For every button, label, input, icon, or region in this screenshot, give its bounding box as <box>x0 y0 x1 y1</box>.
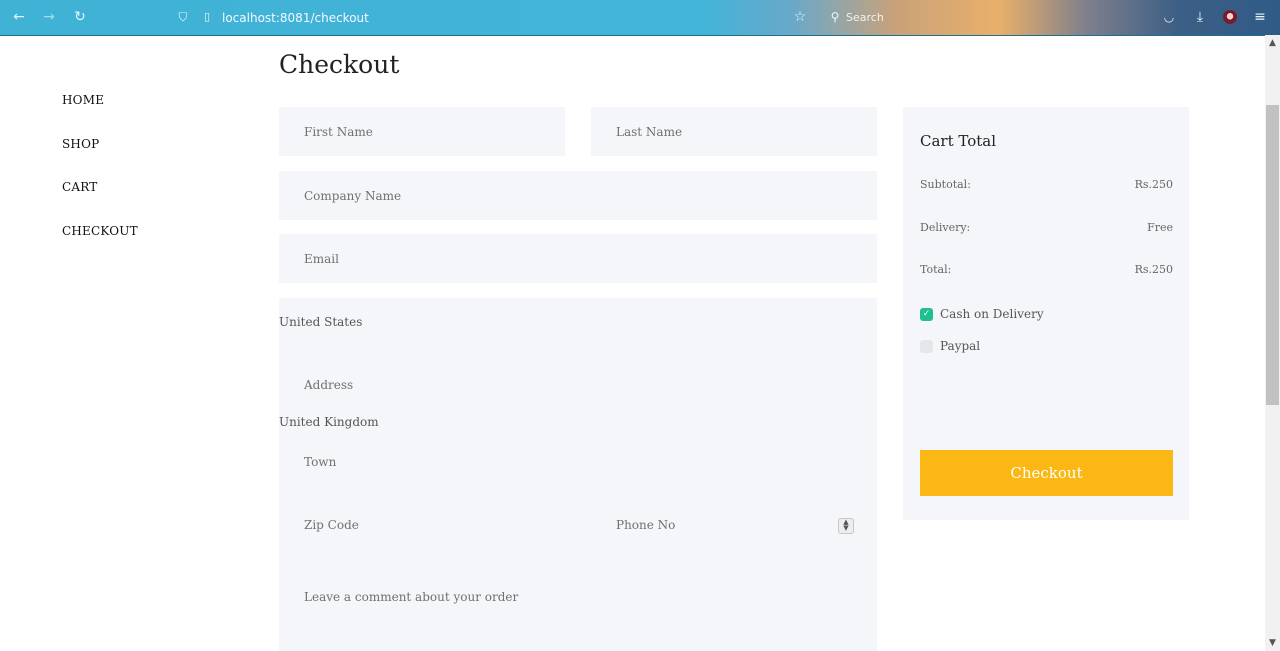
order-comment-textarea[interactable]: Leave a comment about your order <box>279 572 877 651</box>
checkbox-unchecked-icon[interactable] <box>920 340 933 353</box>
search-box[interactable]: Search <box>846 11 884 24</box>
payment-cod-label: Cash on Delivery <box>940 307 1044 321</box>
shield-icon[interactable]: ⛉ <box>175 9 191 25</box>
reload-icon[interactable]: ↻ <box>72 9 88 25</box>
browser-toolbar: ← → ↻ ⛉ ▯ localhost:8081/checkout ☆ ⚲ Se… <box>0 0 1280 36</box>
page-title: Checkout <box>279 50 400 79</box>
address-input[interactable]: Address <box>279 360 877 409</box>
scroll-down-icon[interactable]: ▼ <box>1265 635 1280 651</box>
town-input[interactable]: Town <box>279 437 877 486</box>
search-icon: ⚲ <box>830 10 840 24</box>
pocket-icon[interactable]: ◡ <box>1161 9 1177 25</box>
cart-total-title: Cart Total <box>920 132 997 150</box>
page-icon: ▯ <box>203 10 211 23</box>
zip-placeholder: Zip Code <box>304 518 359 532</box>
phone-placeholder: Phone No <box>616 518 676 532</box>
country-option-us[interactable]: United States <box>279 315 362 329</box>
subtotal-value: Rs.250 <box>1134 178 1173 191</box>
town-placeholder: Town <box>304 455 337 469</box>
subtotal-row: Subtotal: Rs.250 <box>920 178 1173 191</box>
phone-stepper[interactable]: ▲ ▼ <box>838 518 854 534</box>
nav-shop[interactable]: SHOP <box>62 137 99 151</box>
email-placeholder: Email <box>304 252 339 266</box>
subtotal-label: Subtotal: <box>920 178 971 191</box>
download-icon[interactable]: ⤓ <box>1192 9 1208 25</box>
company-placeholder: Company Name <box>304 189 402 203</box>
checkbox-checked-icon[interactable]: ✓ <box>920 308 933 321</box>
first-name-placeholder: First Name <box>304 125 373 139</box>
delivery-row: Delivery: Free <box>920 221 1173 234</box>
star-icon[interactable]: ☆ <box>792 9 808 25</box>
back-arrow-icon[interactable]: ← <box>11 9 27 25</box>
forward-arrow-icon[interactable]: → <box>41 9 57 25</box>
account-avatar[interactable] <box>1223 10 1237 24</box>
nav-home[interactable]: HOME <box>62 93 104 107</box>
country-option-uk[interactable]: United Kingdom <box>279 415 379 429</box>
address-placeholder: Address <box>304 378 354 392</box>
nav-cart[interactable]: CART <box>62 180 97 194</box>
total-row: Total: Rs.250 <box>920 263 1173 276</box>
zip-code-input[interactable]: Zip Code <box>279 500 565 549</box>
scroll-thumb[interactable] <box>1266 105 1279 405</box>
last-name-placeholder: Last Name <box>616 125 683 139</box>
scroll-up-icon[interactable]: ▲ <box>1265 35 1280 51</box>
checkout-button[interactable]: Checkout <box>920 450 1173 496</box>
payment-paypal-label: Paypal <box>940 339 981 353</box>
delivery-label: Delivery: <box>920 221 971 234</box>
scrollbar[interactable]: ▲ ▼ <box>1265 35 1280 651</box>
total-label: Total: <box>920 263 952 276</box>
menu-icon[interactable]: ≡ <box>1252 9 1268 25</box>
nav-checkout[interactable]: CHECKOUT <box>62 224 138 238</box>
first-name-input[interactable]: First Name <box>279 107 565 156</box>
delivery-value: Free <box>1147 221 1173 234</box>
address-bar[interactable]: localhost:8081/checkout <box>222 11 369 25</box>
phone-input[interactable]: Phone No <box>591 500 877 549</box>
last-name-input[interactable]: Last Name <box>591 107 877 156</box>
company-name-input[interactable]: Company Name <box>279 171 877 220</box>
email-input[interactable]: Email <box>279 234 877 283</box>
comment-placeholder: Leave a comment about your order <box>304 590 519 604</box>
total-value: Rs.250 <box>1134 263 1173 276</box>
cart-total-panel: Cart Total Subtotal: Rs.250 Delivery: Fr… <box>903 107 1189 520</box>
